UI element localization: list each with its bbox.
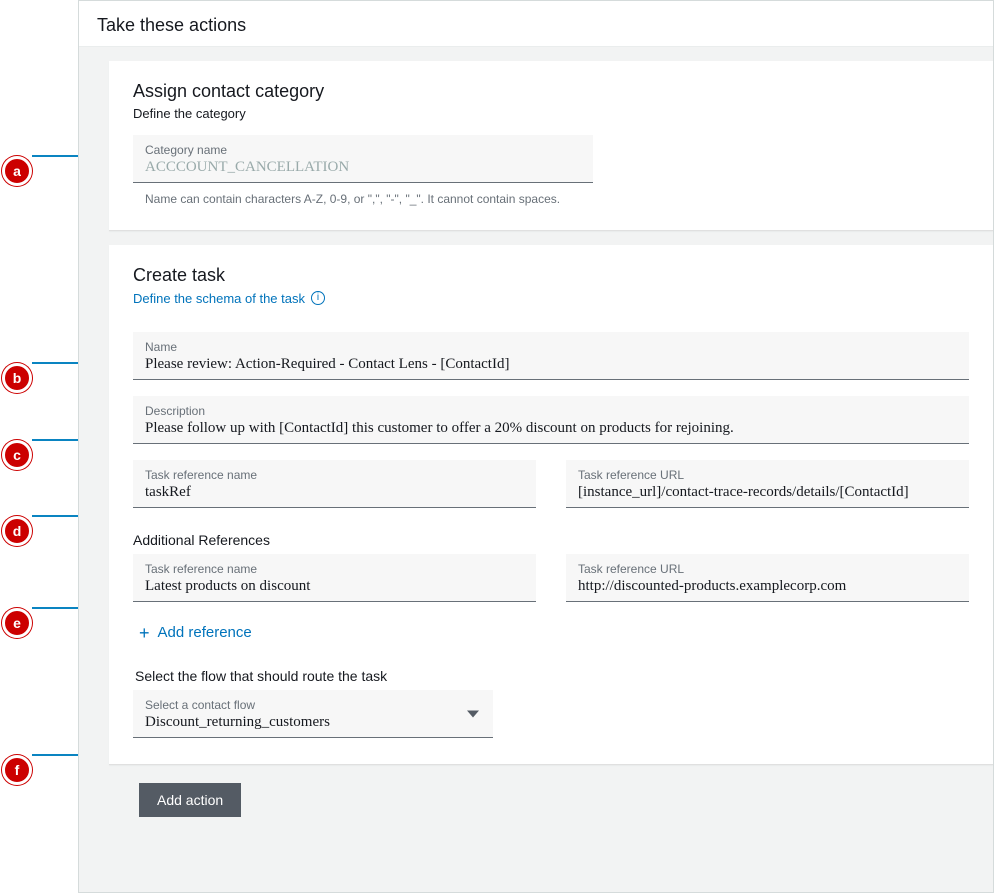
category-name-input[interactable]: Category name ACCCOUNT_CANCELLATION xyxy=(133,135,593,183)
task-ref-url-input[interactable]: Task reference URL [instance_url]/contac… xyxy=(566,460,969,508)
task-title: Create task xyxy=(133,265,969,286)
category-name-hint: Name can contain characters A-Z, 0-9, or… xyxy=(133,187,593,208)
task-ref-url-value: [instance_url]/contact-trace-records/det… xyxy=(578,484,957,501)
assign-category-card: Assign contact category Define the categ… xyxy=(109,61,993,231)
create-task-card: Create task Define the schema of the tas… xyxy=(109,245,993,765)
contact-flow-label: Select a contact flow xyxy=(145,698,481,712)
add-reference-label: Add reference xyxy=(158,624,252,641)
panel-title: Take these actions xyxy=(79,1,993,47)
category-name-value: ACCCOUNT_CANCELLATION xyxy=(145,159,581,176)
info-icon[interactable]: i xyxy=(311,291,325,305)
additional-references-title: Additional References xyxy=(133,532,969,548)
contact-flow-select[interactable]: Select a contact flow Discount_returning… xyxy=(133,690,493,738)
plus-icon: + xyxy=(139,624,150,642)
task-description-label: Description xyxy=(145,404,957,418)
add-action-button[interactable]: Add action xyxy=(139,783,241,817)
task-name-label: Name xyxy=(145,340,957,354)
contact-flow-value: Discount_returning_customers xyxy=(145,714,481,731)
task-ref-url-label: Task reference URL xyxy=(578,468,957,482)
task-description-value: Please follow up with [ContactId] this c… xyxy=(145,420,957,437)
actions-panel: Take these actions Assign contact catego… xyxy=(78,0,994,893)
additional-ref-url-value: http://discounted-products.examplecorp.c… xyxy=(578,578,957,595)
assign-title: Assign contact category xyxy=(133,81,969,102)
task-name-value: Please review: Action-Required - Contact… xyxy=(145,356,957,373)
add-reference-button[interactable]: + Add reference xyxy=(133,606,258,646)
additional-ref-name-input[interactable]: Task reference name Latest products on d… xyxy=(133,554,536,602)
flow-prompt: Select the flow that should route the ta… xyxy=(135,668,969,684)
task-ref-name-input[interactable]: Task reference name taskRef xyxy=(133,460,536,508)
task-ref-name-value: taskRef xyxy=(145,484,524,501)
assign-subtitle: Define the category xyxy=(133,106,969,121)
additional-ref-url-label: Task reference URL xyxy=(578,562,957,576)
additional-ref-name-value: Latest products on discount xyxy=(145,578,524,595)
task-subtitle: Define the schema of the task i xyxy=(133,291,325,306)
category-name-label: Category name xyxy=(145,143,581,157)
task-name-input[interactable]: Name Please review: Action-Required - Co… xyxy=(133,332,969,380)
task-ref-name-label: Task reference name xyxy=(145,468,524,482)
additional-ref-url-input[interactable]: Task reference URL http://discounted-pro… xyxy=(566,554,969,602)
task-description-input[interactable]: Description Please follow up with [Conta… xyxy=(133,396,969,444)
additional-ref-name-label: Task reference name xyxy=(145,562,524,576)
chevron-down-icon xyxy=(467,710,479,717)
